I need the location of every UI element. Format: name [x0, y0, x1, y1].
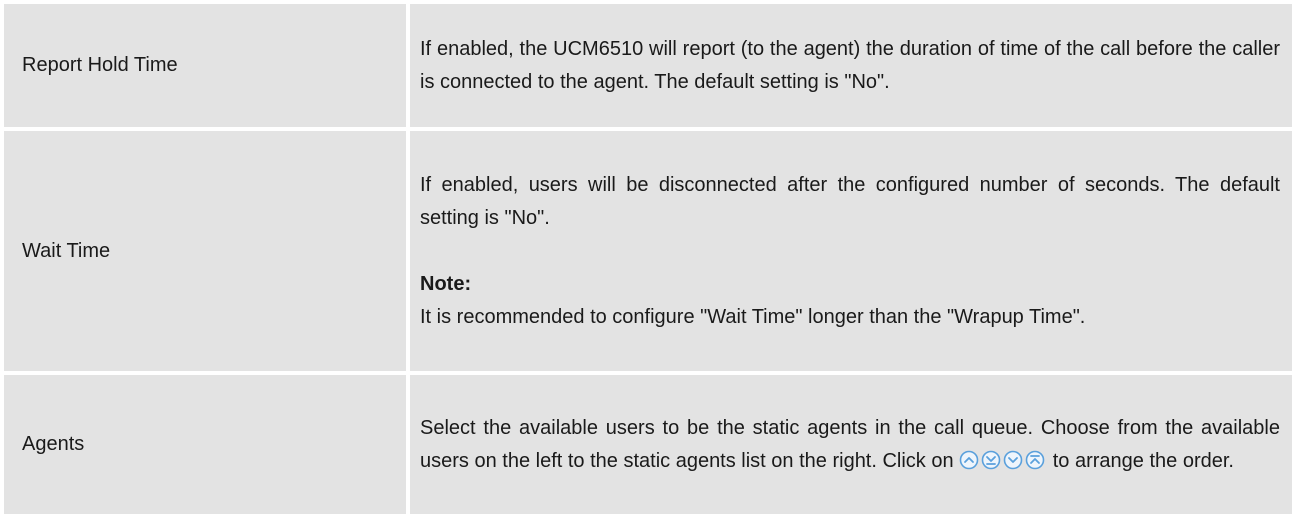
settings-table: Report Hold Time If enabled, the UCM6510… — [0, 0, 1296, 518]
table-row: Report Hold Time If enabled, the UCM6510… — [0, 0, 1296, 131]
move-top-icon — [1025, 450, 1045, 470]
setting-name: Wait Time — [0, 127, 410, 375]
move-up-icon — [959, 450, 979, 470]
setting-name: Agents — [0, 371, 410, 518]
description-after-icons: to arrange the order. — [1052, 449, 1234, 472]
setting-description: If enabled, the UCM6510 will report (to … — [406, 0, 1296, 131]
note-text: It is recommended to configure "Wait Tim… — [420, 305, 1086, 328]
setting-description: Select the available users to be the sta… — [406, 371, 1296, 518]
note-label: Note: — [420, 272, 472, 295]
table-row: Agents Select the available users to be … — [0, 371, 1296, 518]
description-text: If enabled, the UCM6510 will report (to … — [420, 37, 1280, 93]
setting-description: If enabled, users will be disconnected a… — [406, 127, 1296, 375]
description-text: If enabled, users will be disconnected a… — [420, 173, 1280, 229]
move-down-icon — [981, 450, 1001, 470]
move-down-one-icon — [1003, 450, 1023, 470]
table-row: Wait Time If enabled, users will be disc… — [0, 127, 1296, 375]
setting-name: Report Hold Time — [0, 0, 410, 131]
description-text: Select the available users to be the sta… — [420, 412, 1280, 478]
